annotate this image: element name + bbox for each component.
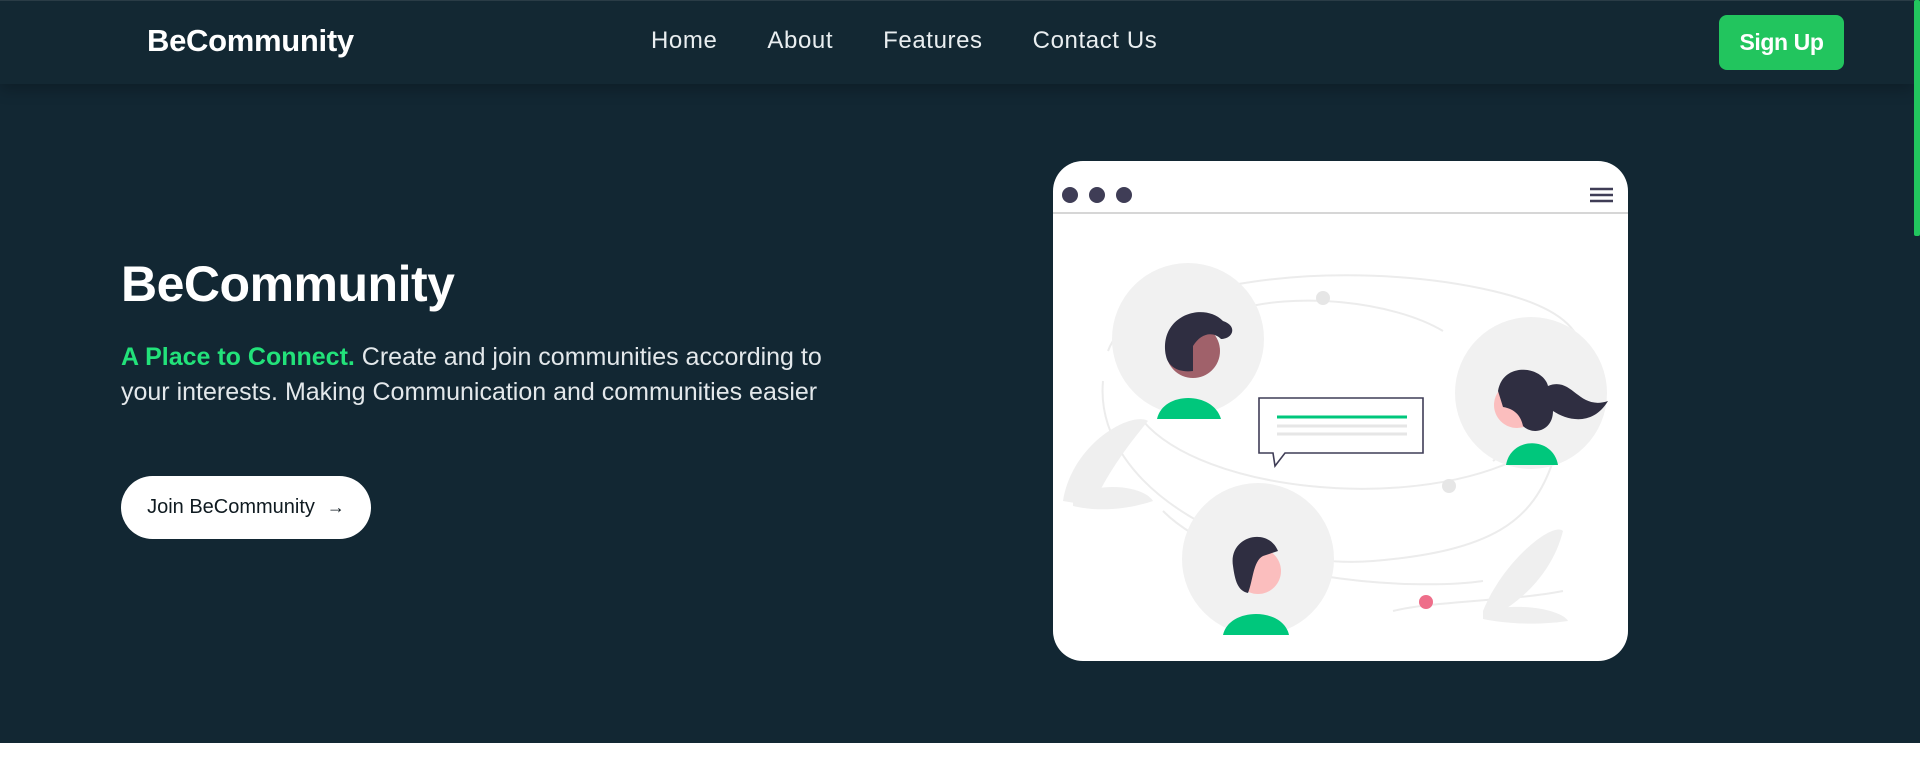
window-dot-icon	[1116, 187, 1132, 203]
user-avatar-icon	[1455, 317, 1608, 469]
window-dot-icon	[1062, 187, 1078, 203]
window-dot-icon	[1089, 187, 1105, 203]
community-illustration	[1053, 187, 1628, 635]
hero-title: BeCommunity	[121, 256, 455, 312]
hamburger-menu-icon	[1590, 187, 1613, 203]
illustration-card	[1053, 161, 1628, 661]
scrollbar-thumb[interactable]	[1914, 0, 1920, 236]
brand-logo[interactable]: BeCommunity	[147, 23, 354, 59]
navbar: BeCommunity Home About Features Contact …	[0, 0, 1914, 84]
sign-up-button[interactable]: Sign Up	[1719, 15, 1844, 70]
chat-bubble-icon	[1258, 397, 1424, 468]
decorative-dot	[1316, 291, 1330, 305]
arrow-right-icon: →	[326, 497, 345, 517]
join-community-button[interactable]: Join BeCommunity →	[121, 476, 371, 539]
user-avatar-icon	[1112, 263, 1264, 419]
user-avatar-icon	[1182, 483, 1334, 635]
notification-dot-icon	[1419, 595, 1433, 609]
page: BeCommunity Home About Features Contact …	[0, 0, 1920, 762]
nav-home-link[interactable]: Home	[651, 27, 717, 55]
nav-features-link[interactable]: Features	[883, 27, 983, 55]
decorative-dot	[1442, 479, 1456, 493]
nav-about-link[interactable]: About	[767, 27, 833, 55]
hero-description: A Place to Connect. Create and join comm…	[121, 340, 851, 410]
main-nav: Home About Features Contact Us	[651, 27, 1157, 55]
join-button-label: Join BeCommunity	[147, 496, 315, 518]
hero-tagline: A Place to Connect.	[121, 343, 355, 371]
nav-contact-link[interactable]: Contact Us	[1033, 27, 1158, 55]
